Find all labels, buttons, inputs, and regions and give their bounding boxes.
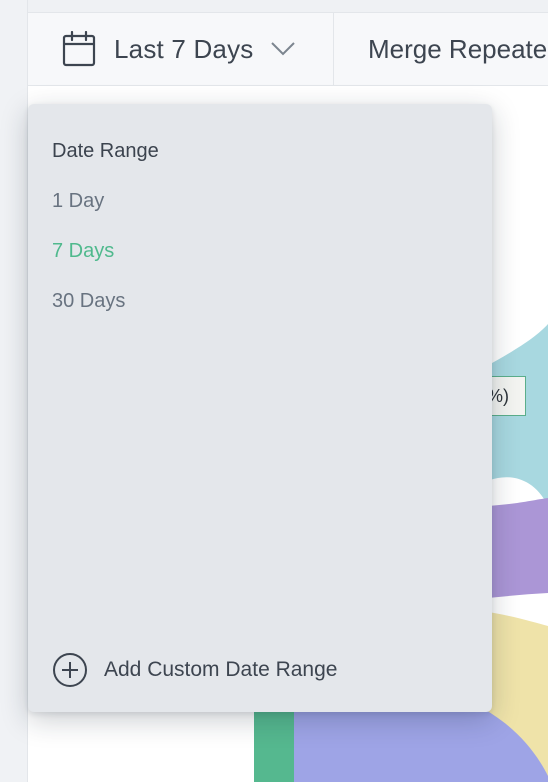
date-option-30-days[interactable]: 30 Days [52, 290, 125, 313]
chevron-down-icon [270, 42, 295, 56]
dropdown-section-title: Date Range [52, 140, 159, 162]
add-custom-date-range-label: Add Custom Date Range [104, 658, 338, 681]
merge-repeated-button[interactable]: Merge Repeate [368, 13, 547, 85]
date-option-7-days[interactable]: 7 Days [52, 240, 114, 263]
plus-circle-icon [53, 653, 87, 687]
app-window: Last 7 Days Merge Repeate %) Date Range … [0, 0, 548, 782]
flow-node-green [254, 706, 294, 782]
toolbar: Last 7 Days Merge Repeate [28, 12, 548, 86]
date-option-1-day[interactable]: 1 Day [52, 190, 104, 213]
flow-band-purple [488, 498, 548, 598]
date-range-dropdown: Date Range 1 Day 7 Days 30 Days Add Cust… [28, 104, 492, 712]
calendar-icon [62, 31, 96, 67]
date-range-label: Last 7 Days [114, 33, 254, 64]
left-gutter [0, 0, 28, 782]
date-range-picker[interactable]: Last 7 Days [28, 13, 334, 85]
add-custom-date-range-button[interactable]: Add Custom Date Range [52, 652, 337, 688]
